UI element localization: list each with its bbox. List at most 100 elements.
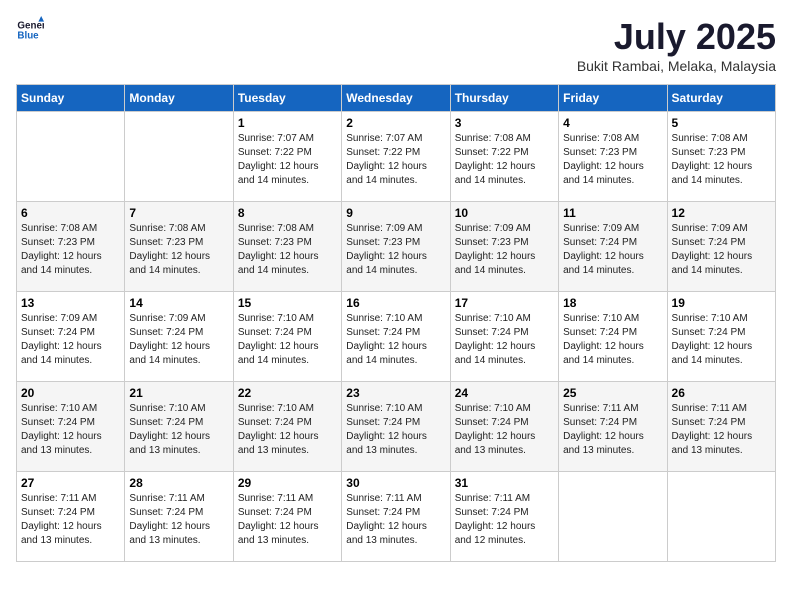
cell-info: Sunrise: 7:09 AM Sunset: 7:24 PM Dayligh… <box>563 222 662 278</box>
cell-info: Sunrise: 7:10 AM Sunset: 7:24 PM Dayligh… <box>672 312 771 368</box>
day-number: 30 <box>346 476 445 490</box>
weekday-header-monday: Monday <box>125 85 233 112</box>
cell-info: Sunrise: 7:11 AM Sunset: 7:24 PM Dayligh… <box>563 402 662 458</box>
calendar-cell: 5 Sunrise: 7:08 AM Sunset: 7:23 PM Daylig… <box>667 112 775 202</box>
weekday-header-wednesday: Wednesday <box>342 85 450 112</box>
day-number: 8 <box>238 206 337 220</box>
calendar-cell: 24 Sunrise: 7:10 AM Sunset: 7:24 PM Dayli… <box>450 382 558 472</box>
calendar-cell: 9 Sunrise: 7:09 AM Sunset: 7:23 PM Daylig… <box>342 202 450 292</box>
day-number: 2 <box>346 116 445 130</box>
day-number: 7 <box>129 206 228 220</box>
day-number: 25 <box>563 386 662 400</box>
day-number: 1 <box>238 116 337 130</box>
calendar-cell: 16 Sunrise: 7:10 AM Sunset: 7:24 PM Dayli… <box>342 292 450 382</box>
calendar-cell: 7 Sunrise: 7:08 AM Sunset: 7:23 PM Daylig… <box>125 202 233 292</box>
day-number: 9 <box>346 206 445 220</box>
cell-info: Sunrise: 7:07 AM Sunset: 7:22 PM Dayligh… <box>238 132 337 188</box>
cell-info: Sunrise: 7:08 AM Sunset: 7:23 PM Dayligh… <box>21 222 120 278</box>
day-number: 21 <box>129 386 228 400</box>
cell-info: Sunrise: 7:11 AM Sunset: 7:24 PM Dayligh… <box>238 492 337 548</box>
day-number: 20 <box>21 386 120 400</box>
calendar-cell: 10 Sunrise: 7:09 AM Sunset: 7:23 PM Dayli… <box>450 202 558 292</box>
cell-info: Sunrise: 7:10 AM Sunset: 7:24 PM Dayligh… <box>455 402 554 458</box>
cell-info: Sunrise: 7:11 AM Sunset: 7:24 PM Dayligh… <box>455 492 554 548</box>
weekday-header-sunday: Sunday <box>17 85 125 112</box>
calendar-cell: 11 Sunrise: 7:09 AM Sunset: 7:24 PM Dayli… <box>559 202 667 292</box>
day-number: 11 <box>563 206 662 220</box>
weekday-header-tuesday: Tuesday <box>233 85 341 112</box>
day-number: 4 <box>563 116 662 130</box>
calendar-cell: 23 Sunrise: 7:10 AM Sunset: 7:24 PM Dayli… <box>342 382 450 472</box>
calendar-cell: 22 Sunrise: 7:10 AM Sunset: 7:24 PM Dayli… <box>233 382 341 472</box>
calendar-cell: 28Sunrise: 7:11 AM Sunset: 7:24 PM Dayli… <box>125 472 233 562</box>
cell-info: Sunrise: 7:10 AM Sunset: 7:24 PM Dayligh… <box>346 312 445 368</box>
calendar-cell <box>125 112 233 202</box>
cell-info: Sunrise: 7:10 AM Sunset: 7:24 PM Dayligh… <box>129 402 228 458</box>
cell-info: Sunrise: 7:09 AM Sunset: 7:23 PM Dayligh… <box>346 222 445 278</box>
title-area: July 2025 Bukit Rambai, Melaka, Malaysia <box>577 16 776 74</box>
day-number: 24 <box>455 386 554 400</box>
cell-info: Sunrise: 7:10 AM Sunset: 7:24 PM Dayligh… <box>563 312 662 368</box>
cell-info: Sunrise: 7:10 AM Sunset: 7:24 PM Dayligh… <box>238 402 337 458</box>
calendar-cell: 21 Sunrise: 7:10 AM Sunset: 7:24 PM Dayli… <box>125 382 233 472</box>
page-header: General Blue July 2025 Bukit Rambai, Mel… <box>16 16 776 74</box>
day-number: 29 <box>238 476 337 490</box>
cell-info: Sunrise: 7:08 AM Sunset: 7:23 PM Dayligh… <box>672 132 771 188</box>
calendar-cell: 14 Sunrise: 7:09 AM Sunset: 7:24 PM Dayli… <box>125 292 233 382</box>
day-number: 17 <box>455 296 554 310</box>
calendar-cell: 15Sunrise: 7:10 AM Sunset: 7:24 PM Dayli… <box>233 292 341 382</box>
day-number: 5 <box>672 116 771 130</box>
weekday-header-thursday: Thursday <box>450 85 558 112</box>
calendar-cell: 18 Sunrise: 7:10 AM Sunset: 7:24 PM Dayli… <box>559 292 667 382</box>
calendar-table: SundayMondayTuesdayWednesdayThursdayFrid… <box>16 84 776 562</box>
calendar-cell: 30Sunrise: 7:11 AM Sunset: 7:24 PM Dayli… <box>342 472 450 562</box>
month-title: July 2025 <box>577 16 776 58</box>
day-number: 19 <box>672 296 771 310</box>
calendar-cell: 25 Sunrise: 7:11 AM Sunset: 7:24 PM Dayli… <box>559 382 667 472</box>
day-number: 14 <box>129 296 228 310</box>
calendar-cell: 1 Sunrise: 7:07 AM Sunset: 7:22 PM Daylig… <box>233 112 341 202</box>
calendar-cell: 31 Sunrise: 7:11 AM Sunset: 7:24 PM Dayli… <box>450 472 558 562</box>
day-number: 31 <box>455 476 554 490</box>
calendar-cell: 2 Sunrise: 7:07 AM Sunset: 7:22 PM Daylig… <box>342 112 450 202</box>
calendar-week-row: 20 Sunrise: 7:10 AM Sunset: 7:24 PM Dayli… <box>17 382 776 472</box>
cell-info: Sunrise: 7:10 AM Sunset: 7:24 PM Dayligh… <box>455 312 554 368</box>
day-number: 22 <box>238 386 337 400</box>
cell-info: Sunrise: 7:08 AM Sunset: 7:23 PM Dayligh… <box>563 132 662 188</box>
cell-info: Sunrise: 7:09 AM Sunset: 7:24 PM Dayligh… <box>21 312 120 368</box>
calendar-cell <box>667 472 775 562</box>
day-number: 16 <box>346 296 445 310</box>
calendar-week-row: 27 Sunrise: 7:11 AM Sunset: 7:24 PM Dayli… <box>17 472 776 562</box>
day-number: 18 <box>563 296 662 310</box>
cell-info: Sunrise: 7:09 AM Sunset: 7:24 PM Dayligh… <box>672 222 771 278</box>
calendar-cell: 29 Sunrise: 7:11 AM Sunset: 7:24 PM Dayli… <box>233 472 341 562</box>
weekday-header-friday: Friday <box>559 85 667 112</box>
day-number: 3 <box>455 116 554 130</box>
calendar-cell: 19 Sunrise: 7:10 AM Sunset: 7:24 PM Dayli… <box>667 292 775 382</box>
cell-info: Sunrise: 7:09 AM Sunset: 7:24 PM Dayligh… <box>129 312 228 368</box>
calendar-cell: 8 Sunrise: 7:08 AM Sunset: 7:23 PM Daylig… <box>233 202 341 292</box>
cell-info: Sunrise: 7:08 AM Sunset: 7:23 PM Dayligh… <box>238 222 337 278</box>
calendar-cell <box>17 112 125 202</box>
cell-info: Sunrise: 7:08 AM Sunset: 7:23 PM Dayligh… <box>129 222 228 278</box>
cell-info: Sunrise: 7:08 AM Sunset: 7:22 PM Dayligh… <box>455 132 554 188</box>
day-number: 23 <box>346 386 445 400</box>
day-number: 6 <box>21 206 120 220</box>
cell-info: Sunrise: 7:10 AM Sunset: 7:24 PM Dayligh… <box>346 402 445 458</box>
day-number: 13 <box>21 296 120 310</box>
day-number: 27 <box>21 476 120 490</box>
location-subtitle: Bukit Rambai, Melaka, Malaysia <box>577 58 776 74</box>
calendar-cell: 3 Sunrise: 7:08 AM Sunset: 7:22 PM Daylig… <box>450 112 558 202</box>
logo-icon: General Blue <box>16 16 44 44</box>
cell-info: Sunrise: 7:07 AM Sunset: 7:22 PM Dayligh… <box>346 132 445 188</box>
calendar-cell: 4 Sunrise: 7:08 AM Sunset: 7:23 PM Daylig… <box>559 112 667 202</box>
calendar-cell: 13 Sunrise: 7:09 AM Sunset: 7:24 PM Dayli… <box>17 292 125 382</box>
calendar-cell: 27Sunrise: 7:11 AM Sunset: 7:24 PM Dayli… <box>17 472 125 562</box>
cell-info: Sunrise: 7:09 AM Sunset: 7:23 PM Dayligh… <box>455 222 554 278</box>
weekday-header-row: SundayMondayTuesdayWednesdayThursdayFrid… <box>17 85 776 112</box>
weekday-header-saturday: Saturday <box>667 85 775 112</box>
calendar-cell <box>559 472 667 562</box>
day-number: 10 <box>455 206 554 220</box>
calendar-cell: 17 Sunrise: 7:10 AM Sunset: 7:24 PM Dayli… <box>450 292 558 382</box>
svg-text:Blue: Blue <box>17 30 39 41</box>
